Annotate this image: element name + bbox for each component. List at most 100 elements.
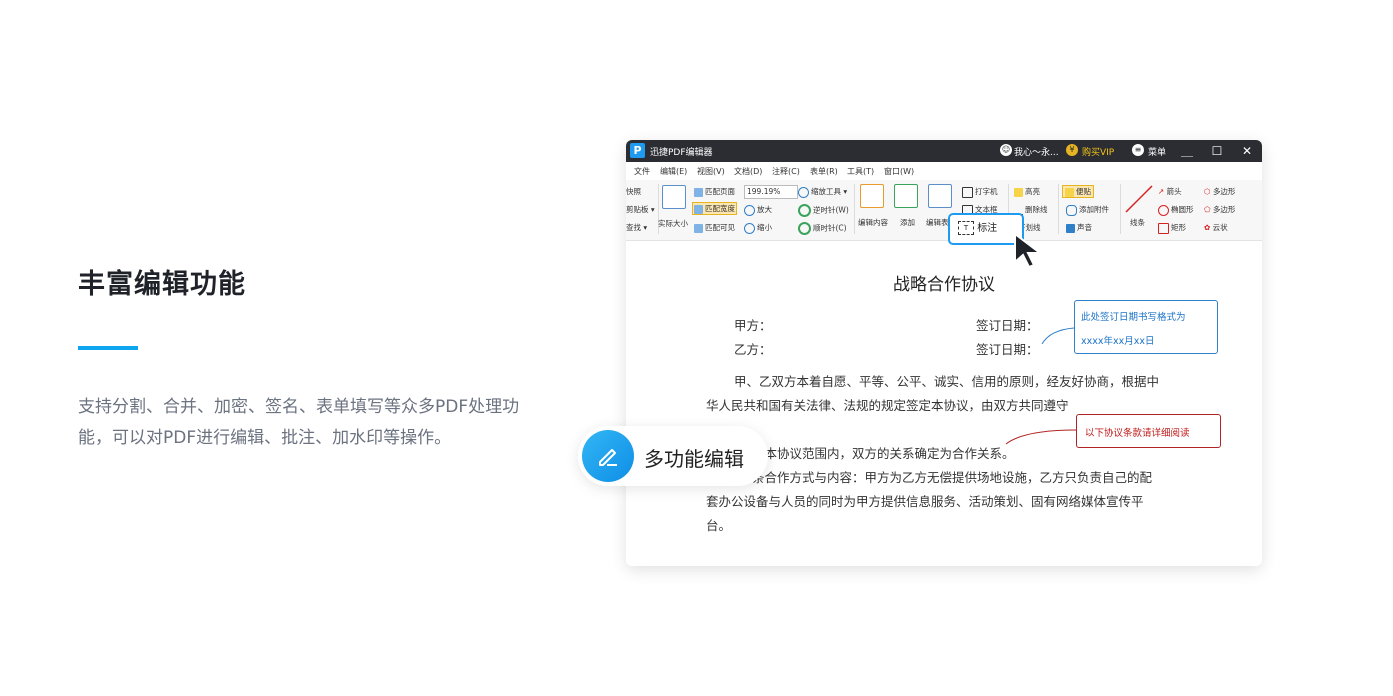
user-icon: ☺ xyxy=(1000,144,1012,156)
polyline-tool-button[interactable]: ⬠ 多边形 xyxy=(1204,204,1235,215)
note-text: 此处签订日期书写格式为 xyxy=(1081,312,1186,323)
rotate-ccw-button[interactable]: 逆时针(W) xyxy=(798,204,849,217)
party-b-label: 乙方： xyxy=(734,342,772,357)
paragraph-line: 华人民共和国有关法律、法规的规定签定本协议，由双方共同遵守 xyxy=(706,398,1069,413)
menu-window[interactable]: 窗口(W) xyxy=(884,166,914,177)
menu-edit[interactable]: 编辑(E) xyxy=(660,166,687,177)
zoom-in-icon xyxy=(744,204,755,216)
snapshot-tool[interactable]: 快照 xyxy=(626,186,641,197)
highlight-button[interactable]: 高亮 xyxy=(1014,186,1040,197)
zoom-out-button[interactable]: 缩小 xyxy=(744,222,772,234)
sticky-note-button[interactable]: 便贴 xyxy=(1062,185,1094,198)
ribbon-separator xyxy=(854,184,855,234)
fit-visible-button[interactable]: 匹配可见 xyxy=(694,222,735,233)
callout-note-blue[interactable]: 此处签订日期书写格式为 xxxx年xx月xx日 xyxy=(1074,300,1218,354)
document-title: 战略合作协议 xyxy=(893,275,995,295)
vip-coin-icon: ¥ xyxy=(1066,144,1078,156)
menu-comment[interactable]: 注释(C) xyxy=(772,166,800,177)
magnifier-icon xyxy=(798,186,809,198)
title-bar: P 迅捷PDF编辑器 ☺ 我心～永... ¥ 购买VIP ≡ 菜单 ＿ ☐ ✕ xyxy=(626,140,1262,162)
sign-date-label: 签订日期： xyxy=(976,342,1039,357)
callout-icon: T xyxy=(958,221,974,235)
close-button[interactable]: ✕ xyxy=(1238,142,1256,160)
ribbon-separator xyxy=(1120,184,1121,234)
sound-button[interactable]: 声音 xyxy=(1066,222,1092,233)
heading-accent-bar xyxy=(78,346,138,350)
rotate-cw-button[interactable]: 顺时针(C) xyxy=(798,222,847,235)
fit-width-button[interactable]: 匹配宽度 xyxy=(692,202,737,215)
menu-file[interactable]: 文件 xyxy=(634,166,650,177)
paragraph-line: 甲、乙双方本着自愿、平等、公平、诚实、信用的原则，经友好协商，根据中 xyxy=(734,374,1160,389)
feature-badge: 多功能编辑 xyxy=(578,426,768,486)
ribbon-separator xyxy=(1058,184,1059,234)
buy-vip-link[interactable]: 购买VIP xyxy=(1082,145,1114,158)
edit-form-icon xyxy=(928,184,952,208)
zoom-tool-button[interactable]: 缩放工具 ▾ xyxy=(798,186,847,198)
rotate-ccw-icon xyxy=(798,204,811,217)
paragraph-line: 套办公设备与人员的同时为甲方提供信息服务、活动策划、固有网络媒体宣传平 xyxy=(706,494,1144,509)
speaker-icon xyxy=(1066,223,1075,233)
zoom-in-button[interactable]: 放大 xyxy=(744,204,772,216)
actual-size-button[interactable]: 实际大小 xyxy=(658,218,688,229)
menu-button[interactable]: 菜单 xyxy=(1148,145,1166,158)
paragraph-line: 台。 xyxy=(706,518,732,533)
ellipse-icon xyxy=(1158,204,1169,216)
paragraph-line: 在本协议范围内，双方的关系确定为合作关系。 xyxy=(752,446,1015,461)
cloud-tool-button[interactable]: ✿ 云状 xyxy=(1204,222,1228,233)
polygon-tool-button[interactable]: ⬡ 多边形 xyxy=(1204,186,1235,197)
edit-content-button[interactable]: 编辑内容 xyxy=(858,217,888,228)
fit-width-icon xyxy=(694,204,703,214)
note-leader-line xyxy=(1005,429,1077,445)
menu-view[interactable]: 视图(V) xyxy=(697,166,725,177)
arrow-icon: ↗ xyxy=(1158,187,1167,196)
maximize-button[interactable]: ☐ xyxy=(1208,142,1226,160)
add-icon xyxy=(894,184,918,208)
paragraph-line: 条合作方式与内容：甲方为乙方无偿提供场地设施，乙方只负责自己的配 xyxy=(752,470,1153,485)
mouse-cursor-icon xyxy=(1014,232,1043,269)
typewriter-button[interactable]: 打字机 xyxy=(962,186,998,198)
feature-heading: 丰富编辑功能 xyxy=(78,269,246,300)
add-button[interactable]: 添加 xyxy=(900,217,915,228)
note-leader-line xyxy=(1041,327,1075,345)
pencil-icon xyxy=(582,430,634,482)
clipboard-tool[interactable]: 剪贴板 ▾ xyxy=(626,204,655,215)
actual-size-icon xyxy=(662,185,686,209)
zoom-out-icon xyxy=(744,222,755,234)
polygon-icon: ⬡ xyxy=(1204,187,1213,196)
fit-page-icon xyxy=(694,187,703,197)
arrow-tool-button[interactable]: ↗ 箭头 xyxy=(1158,186,1182,197)
menu-icon: ≡ xyxy=(1132,144,1144,156)
rectangle-icon xyxy=(1158,222,1169,234)
note-text: xxxx年xx月xx日 xyxy=(1081,336,1155,347)
callout-note-red[interactable]: 以下协议条款请详细阅读 xyxy=(1076,414,1221,448)
app-title: 迅捷PDF编辑器 xyxy=(650,148,713,158)
paperclip-icon xyxy=(1066,204,1077,216)
edit-form-button[interactable]: 编辑表 xyxy=(926,217,949,228)
rect-tool-button[interactable]: 矩形 xyxy=(1158,222,1186,234)
edit-content-icon xyxy=(860,184,884,208)
edit-pencil-icon xyxy=(599,449,617,466)
rotate-cw-icon xyxy=(798,222,811,235)
sticky-note-icon xyxy=(1065,187,1074,197)
ribbon-toolbar: 快照 剪贴板 ▾ 查找 ▾ 实际大小 匹配页面 匹配宽度 匹配可见 199.19… xyxy=(626,180,1262,241)
zoom-select[interactable]: 199.19% xyxy=(744,185,798,199)
attach-file-button[interactable]: 添加附件 xyxy=(1066,204,1109,216)
find-tool[interactable]: 查找 ▾ xyxy=(626,222,647,233)
line-tool-button[interactable]: 线条 xyxy=(1130,217,1145,228)
line-tool-icon xyxy=(1125,185,1153,213)
menu-bar: 文件 编辑(E) 视图(V) 文档(D) 注释(C) 表单(R) 工具(T) 窗… xyxy=(626,162,1262,180)
note-text: 以下协议条款请详细阅读 xyxy=(1085,428,1190,439)
cloud-icon: ✿ xyxy=(1204,223,1213,232)
pentagon-icon: ⬠ xyxy=(1204,205,1213,214)
highlight-icon xyxy=(1014,187,1023,197)
minimize-button[interactable]: ＿ xyxy=(1178,142,1196,160)
badge-label: 多功能编辑 xyxy=(644,447,744,471)
ellipse-tool-button[interactable]: 椭圆形 xyxy=(1158,204,1194,216)
typewriter-icon xyxy=(962,186,973,198)
menu-form[interactable]: 表单(R) xyxy=(810,166,838,177)
sign-date-label: 签订日期： xyxy=(976,318,1039,333)
menu-document[interactable]: 文档(D) xyxy=(734,166,762,177)
menu-tools[interactable]: 工具(T) xyxy=(847,166,874,177)
fit-page-button[interactable]: 匹配页面 xyxy=(694,186,735,197)
user-name[interactable]: 我心～永... xyxy=(1014,145,1059,158)
